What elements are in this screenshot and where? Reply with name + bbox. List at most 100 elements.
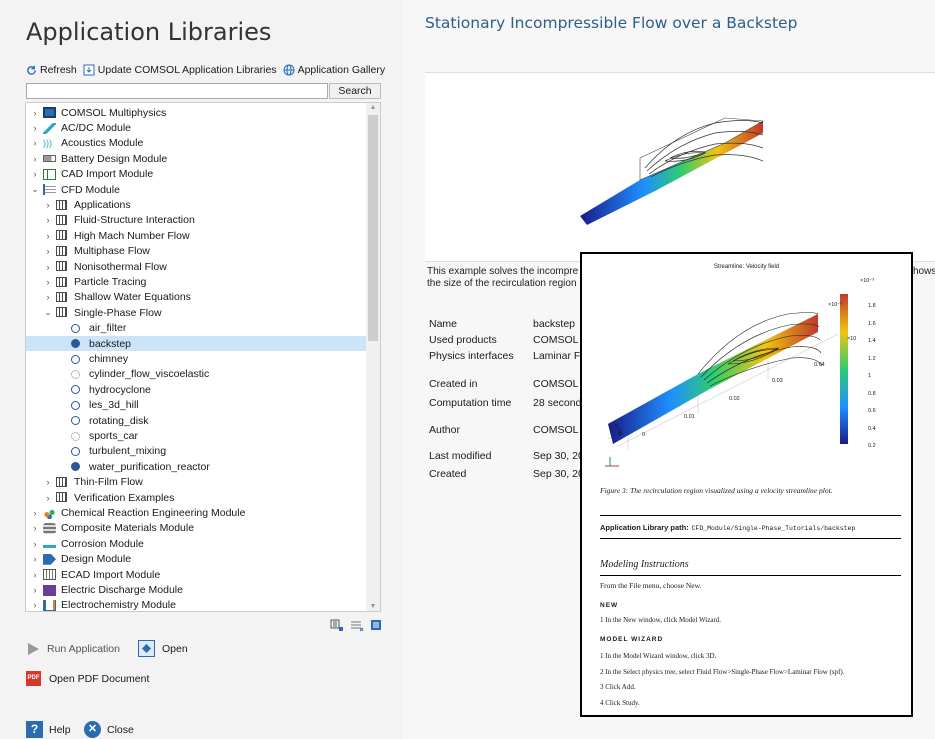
toolbar: Refresh Update COMSOL Application Librar… bbox=[26, 64, 391, 76]
chevron-right-icon[interactable]: › bbox=[30, 570, 40, 580]
axis-tick-2: 0.03 bbox=[772, 378, 783, 384]
tree-item-design-module[interactable]: › Design Module bbox=[26, 552, 366, 567]
update-libraries-button[interactable]: Update COMSOL Application Libraries bbox=[83, 64, 277, 76]
chevron-right-icon[interactable]: › bbox=[43, 292, 53, 302]
chevron-right-icon[interactable]: › bbox=[43, 262, 53, 272]
tree-item-label: ECAD Import Module bbox=[61, 568, 161, 581]
chevron-down-icon[interactable]: ⌄ bbox=[43, 307, 53, 318]
chevron-right-icon[interactable]: › bbox=[43, 246, 53, 256]
open-pdf-button[interactable]: PDF Open PDF Document bbox=[26, 671, 149, 686]
expand-all-icon[interactable] bbox=[330, 619, 344, 632]
tree-item-shallow-water-equations[interactable]: › Shallow Water Equations bbox=[26, 290, 366, 305]
library-tree[interactable]: › COMSOL Multiphysics › AC/DC Module ›))) Aco… bbox=[25, 102, 381, 612]
chevron-right-icon[interactable]: › bbox=[30, 123, 40, 133]
tree-item-electrochemistry-module[interactable]: › Electrochemistry Module bbox=[26, 598, 366, 611]
chevron-right-icon[interactable]: › bbox=[30, 539, 40, 549]
refresh-button[interactable]: Refresh bbox=[26, 64, 77, 76]
tree-item-corrosion-module[interactable]: › Corrosion Module bbox=[26, 536, 366, 551]
tree-item-multiphase-flow[interactable]: › Multiphase Flow bbox=[26, 244, 366, 259]
chevron-right-icon[interactable]: › bbox=[30, 154, 40, 164]
collapse-all-icon[interactable] bbox=[370, 619, 384, 632]
info-value: backstep bbox=[533, 318, 576, 330]
scroll-thumb[interactable] bbox=[368, 115, 378, 341]
open-button[interactable]: Open bbox=[138, 640, 188, 657]
chevron-down-icon[interactable]: ⌄ bbox=[30, 184, 40, 195]
chevron-right-icon[interactable]: › bbox=[43, 231, 53, 241]
tree-item-chemical-reaction-engineering-module[interactable]: › Chemical Reaction Engineering Module bbox=[26, 505, 366, 520]
chevron-right-icon[interactable]: › bbox=[30, 169, 40, 179]
tree-item-label: Verification Examples bbox=[74, 491, 175, 504]
cad-icon bbox=[43, 168, 56, 180]
colorbar-tick: 1.6 bbox=[868, 320, 876, 327]
info-key: Physics interfaces bbox=[429, 350, 514, 362]
info-value: Laminar Fl bbox=[533, 350, 583, 362]
panel-title: Application Libraries bbox=[26, 18, 272, 46]
close-label: Close bbox=[107, 723, 134, 736]
description-line-2: the size of the recirculation region bbox=[427, 278, 577, 289]
chevron-right-icon[interactable]: › bbox=[43, 215, 53, 225]
tree-item-composite-materials-module[interactable]: › Composite Materials Module bbox=[26, 521, 366, 536]
run-application-button[interactable]: Run Application bbox=[26, 642, 120, 656]
tree-item-thin-film-flow[interactable]: › Thin-Film Flow bbox=[26, 475, 366, 490]
description-line-1: This example solves the incompre bbox=[427, 266, 579, 277]
tree-item-air-filter[interactable]: air_filter bbox=[26, 321, 366, 336]
model-title: Stationary Incompressible Flow over a Ba… bbox=[425, 14, 798, 32]
tree-item-hydrocyclone[interactable]: hydrocyclone bbox=[26, 382, 366, 397]
tree-item-verification-examples[interactable]: › Verification Examples bbox=[26, 490, 366, 505]
axis-tick-3: 0.02 bbox=[729, 396, 740, 402]
tree-item-comsol-multiphysics[interactable]: › COMSOL Multiphysics bbox=[26, 105, 366, 120]
list-view-icon[interactable] bbox=[350, 619, 364, 632]
colorbar-tick: 0.8 bbox=[868, 390, 876, 397]
tree-item-fluid-structure-interaction[interactable]: › Fluid-Structure Interaction bbox=[26, 213, 366, 228]
chevron-right-icon[interactable]: › bbox=[30, 138, 40, 148]
tree-item-cad-import-module[interactable]: › CAD Import Module bbox=[26, 167, 366, 182]
refresh-label: Refresh bbox=[40, 64, 77, 76]
chevron-right-icon[interactable]: › bbox=[30, 108, 40, 118]
tree-item-single-phase-flow[interactable]: ⌄ Single-Phase Flow bbox=[26, 305, 366, 320]
tree-item-cfd-module[interactable]: ⌄ CFD Module bbox=[26, 182, 366, 197]
model-dotted-icon bbox=[71, 369, 80, 379]
tree-item-turbulent-mixing[interactable]: turbulent_mixing bbox=[26, 444, 366, 459]
tree-item-applications[interactable]: › Applications bbox=[26, 197, 366, 212]
model-open-icon bbox=[71, 354, 80, 364]
tree-item-chimney[interactable]: chimney bbox=[26, 351, 366, 366]
tree-item-high-mach-number-flow[interactable]: › High Mach Number Flow bbox=[26, 228, 366, 243]
tree-item-nonisothermal-flow[interactable]: › Nonisothermal Flow bbox=[26, 259, 366, 274]
tree-item-acoustics-module[interactable]: ›))) Acoustics Module bbox=[26, 136, 366, 151]
chevron-right-icon[interactable]: › bbox=[30, 554, 40, 564]
tree-item-electric-discharge-module[interactable]: › Electric Discharge Module bbox=[26, 582, 366, 597]
chevron-right-icon[interactable]: › bbox=[43, 277, 53, 287]
help-button[interactable]: ? Help bbox=[26, 721, 71, 738]
tree-item-backstep[interactable]: backstep bbox=[26, 336, 366, 352]
colorbar-tick: 0.2 bbox=[868, 443, 876, 449]
chevron-right-icon[interactable]: › bbox=[43, 200, 53, 210]
tree-item-rotating-disk[interactable]: rotating_disk bbox=[26, 413, 366, 428]
search-input[interactable] bbox=[26, 83, 328, 99]
search-button[interactable]: Search bbox=[329, 83, 381, 99]
tree-item-les-3d-hill[interactable]: les_3d_hill bbox=[26, 398, 366, 413]
chevron-right-icon[interactable]: › bbox=[30, 523, 40, 533]
discharge-icon bbox=[43, 584, 56, 596]
chevron-right-icon[interactable]: › bbox=[43, 493, 53, 503]
tree-item-ecad-import-module[interactable]: › ECAD Import Module bbox=[26, 567, 366, 582]
chevron-right-icon[interactable]: › bbox=[30, 508, 40, 518]
scroll-up-arrow[interactable]: ▲ bbox=[366, 104, 380, 111]
application-gallery-button[interactable]: Application Gallery bbox=[283, 64, 385, 76]
electrochem-icon bbox=[43, 599, 56, 611]
tree-item-battery-design-module[interactable]: › Battery Design Module bbox=[26, 151, 366, 166]
tree-item-particle-tracing[interactable]: › Particle Tracing bbox=[26, 274, 366, 289]
chevron-right-icon[interactable]: › bbox=[30, 600, 40, 610]
tree-item-ac-dc-module[interactable]: › AC/DC Module bbox=[26, 120, 366, 135]
chevron-right-icon[interactable]: › bbox=[30, 585, 40, 595]
comsol-icon bbox=[43, 107, 56, 119]
tree-scrollbar[interactable]: ▲ ▼ bbox=[366, 103, 380, 611]
tree-item-cylinder-flow-viscoelastic[interactable]: cylinder_flow_viscoelastic bbox=[26, 367, 366, 382]
chevron-right-icon[interactable]: › bbox=[43, 477, 53, 487]
folder-icon bbox=[56, 276, 69, 288]
folder-icon bbox=[56, 492, 69, 503]
chemical-icon bbox=[43, 507, 56, 519]
tree-item-sports-car[interactable]: sports_car bbox=[26, 428, 366, 443]
scroll-down-arrow[interactable]: ▼ bbox=[366, 603, 380, 610]
tree-item-water-purification-reactor[interactable]: water_purification_reactor bbox=[26, 459, 366, 474]
close-button[interactable]: ✕ Close bbox=[84, 721, 134, 738]
